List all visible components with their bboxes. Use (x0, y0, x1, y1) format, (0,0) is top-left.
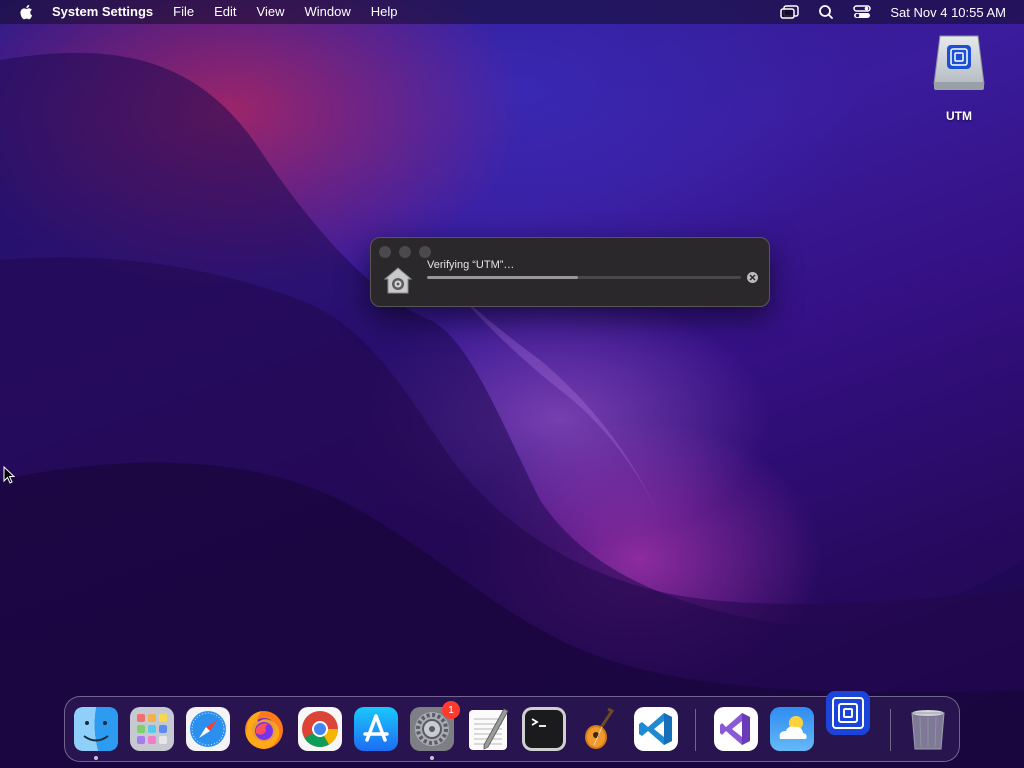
dock-app-garageband[interactable] (578, 707, 622, 751)
running-indicator (430, 756, 434, 760)
control-center-icon[interactable] (852, 4, 872, 20)
visual-studio-icon (714, 707, 758, 751)
dock-app-safari[interactable] (186, 707, 230, 751)
finder-icon (74, 707, 118, 751)
verify-progress-bar (427, 276, 741, 279)
dock-app-finder[interactable] (74, 707, 118, 760)
screen-mirroring-icon[interactable] (780, 4, 800, 20)
dock-app-firefox[interactable] (242, 707, 286, 751)
zoom-window-button[interactable] (419, 246, 431, 258)
window-controls (379, 246, 431, 258)
safari-icon (186, 707, 230, 751)
dock-app-app-store[interactable] (354, 707, 398, 751)
menu-help[interactable]: Help (361, 0, 408, 24)
guitar-icon (585, 707, 615, 749)
menu-window[interactable]: Window (294, 0, 360, 24)
menu-view[interactable]: View (247, 0, 295, 24)
dock-app-terminal[interactable] (522, 707, 566, 751)
running-indicator (94, 756, 98, 760)
apple-logo-icon[interactable] (18, 3, 36, 21)
menu-edit[interactable]: Edit (204, 0, 246, 24)
close-icon (749, 274, 756, 281)
notification-badge: 1 (442, 701, 460, 719)
close-window-button[interactable] (379, 246, 391, 258)
firefox-icon (245, 711, 283, 749)
terminal-icon (522, 707, 566, 751)
dock-separator (695, 709, 696, 751)
vscode-icon (634, 707, 678, 751)
dock: 1 (64, 691, 960, 762)
installer-app-icon (383, 267, 413, 294)
verify-progress-fill (427, 276, 578, 279)
spotlight-search-icon[interactable] (816, 4, 836, 20)
weather-icon (770, 707, 814, 751)
disk-volume-icon (933, 35, 985, 90)
verify-title: Verifying “UTM”… (427, 259, 515, 271)
menu-bar: System Settings File Edit View Window He… (0, 0, 1024, 24)
menu-app-name[interactable]: System Settings (52, 0, 163, 24)
verify-dialog: Verifying “UTM”… (370, 237, 770, 307)
dock-app-chrome[interactable] (298, 707, 342, 751)
menu-clock[interactable]: Sat Nov 4 10:55 AM (890, 5, 1006, 20)
dock-app-trash[interactable] (906, 707, 950, 751)
menu-file[interactable]: File (163, 0, 204, 24)
dock-app-textedit[interactable] (466, 707, 510, 751)
desktop-icon-utm[interactable]: UTM (924, 34, 994, 123)
dock-app-launchpad[interactable] (130, 707, 174, 751)
trash-icon (911, 710, 945, 750)
desktop-icon-label: UTM (946, 109, 972, 123)
dock-app-weather[interactable] (770, 707, 814, 751)
minimize-window-button[interactable] (399, 246, 411, 258)
utm-icon (826, 691, 870, 735)
dock-app-vscode[interactable] (634, 707, 678, 751)
launchpad-icon (130, 707, 174, 751)
app-store-icon (354, 707, 398, 751)
wallpaper-waves (0, 52, 1024, 768)
cancel-verify-button[interactable] (747, 272, 758, 283)
dock-app-utm[interactable] (826, 691, 870, 735)
dock-app-visual-studio[interactable] (714, 707, 758, 751)
mouse-cursor-icon (3, 466, 15, 484)
dock-app-system-settings[interactable]: 1 (410, 701, 460, 760)
chrome-icon (298, 707, 342, 751)
textedit-icon (469, 708, 509, 750)
dock-separator (890, 709, 891, 751)
